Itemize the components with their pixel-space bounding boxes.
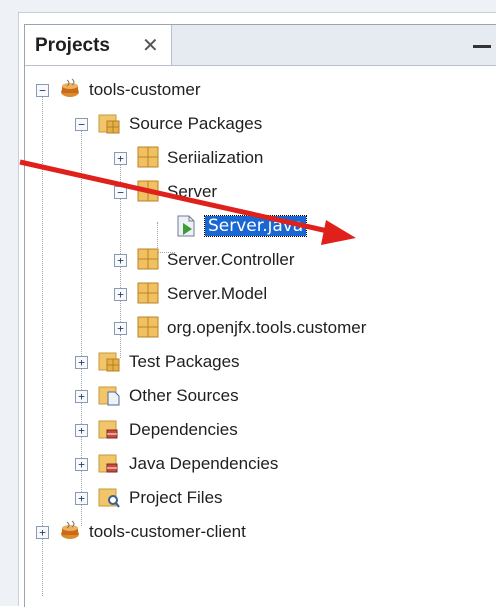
- annotation-arrow: [19, 159, 356, 245]
